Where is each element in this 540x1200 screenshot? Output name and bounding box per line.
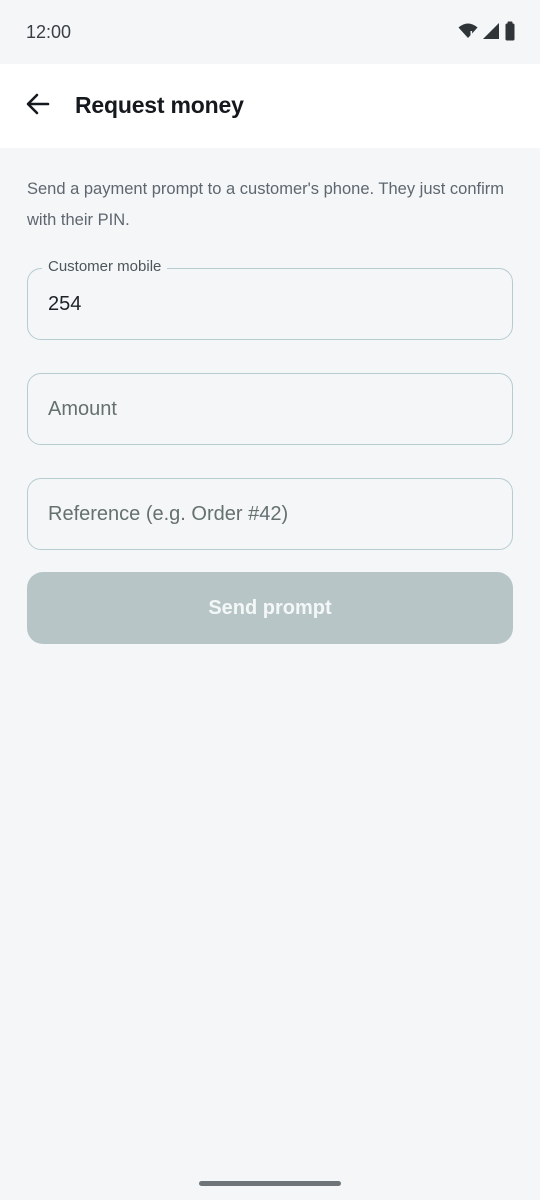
page-description: Send a payment prompt to a customer's ph… [27, 180, 505, 229]
battery-icon [504, 21, 516, 41]
customer-mobile-input[interactable] [48, 269, 488, 339]
home-indicator[interactable] [199, 1181, 341, 1186]
back-button[interactable] [18, 86, 58, 126]
status-time: 12:00 [26, 22, 72, 42]
app-bar: Request money [0, 64, 540, 148]
status-icons [458, 21, 516, 41]
page-title: Request money [75, 92, 244, 118]
cell-signal-icon [482, 21, 500, 41]
send-prompt-button[interactable]: Send prompt [27, 572, 513, 644]
reference-field [27, 478, 513, 550]
amount-field [27, 373, 513, 445]
wifi-icon [458, 21, 478, 41]
status-bar: 12:00 [0, 0, 540, 64]
amount-input[interactable] [48, 374, 488, 444]
reference-input[interactable] [48, 479, 488, 549]
arrow-left-icon [25, 91, 51, 122]
customer-mobile-field: Customer mobile [27, 258, 513, 340]
